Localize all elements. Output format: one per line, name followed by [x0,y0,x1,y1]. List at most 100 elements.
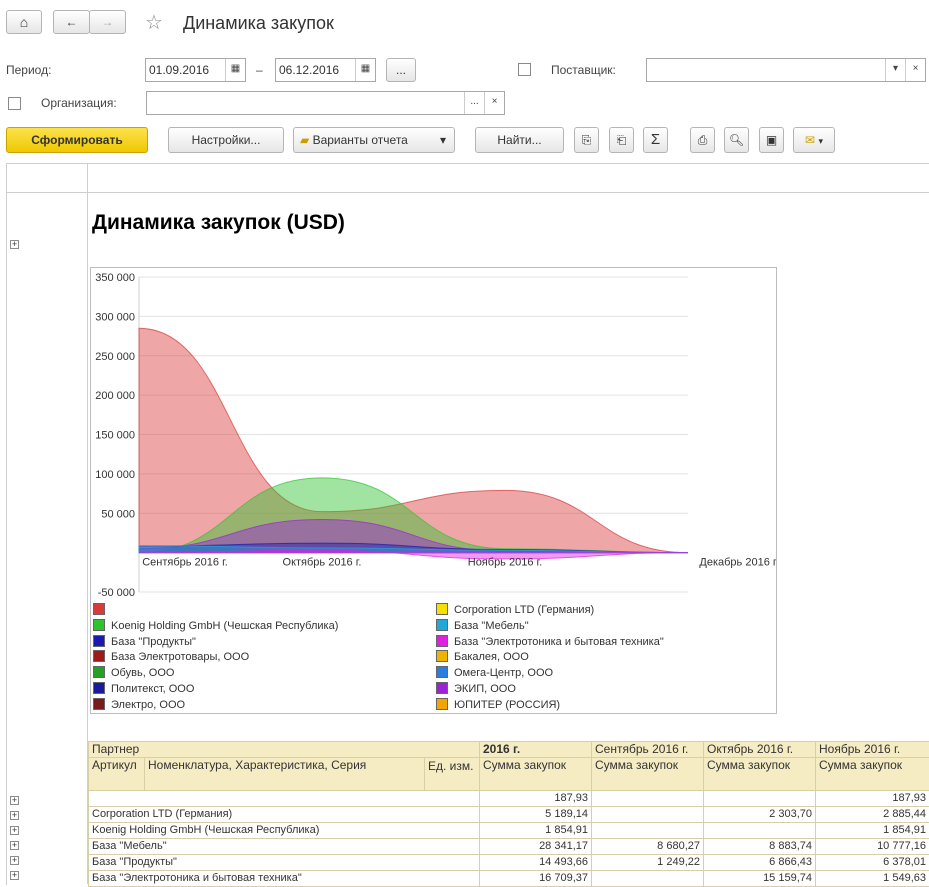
report-variants-button[interactable]: ▰ Варианты отчета ▾ [293,127,455,153]
chevron-down-icon[interactable]: ▾ [885,59,905,81]
preview-icon[interactable]: 🔍︎ [724,127,749,153]
y-tick-label: 300 000 [95,311,135,323]
nov-sum-cell: 6 378,01 [816,855,929,871]
report-header-row-line [6,192,929,193]
select-dots-icon[interactable]: ... [464,92,484,114]
partner-cell: Koenig Holding GmbH (Чешская Республика) [89,823,480,839]
calendar-icon[interactable]: ▦ [355,59,375,81]
legend-swatch [436,666,448,678]
legend-label: Corporation LTD (Германия) [454,603,594,617]
organization-field[interactable]: ... × [146,91,505,115]
supplier-field[interactable]: ▾ × [646,58,926,82]
oct-sum-cell: 15 159,74 [704,871,816,887]
header-article: Артикул [89,758,145,791]
organization-label: Организация: [41,96,117,110]
sum-icon[interactable]: Σ [643,127,668,153]
x-tick-label: Октябрь 2016 г. [283,557,362,569]
forward-button[interactable]: → [89,10,126,34]
expand-icon[interactable]: + [10,871,19,880]
expand-icon[interactable]: + [10,856,19,865]
date-to-field[interactable]: 06.12.2016 ▦ [275,58,376,82]
expand-icon[interactable]: + [10,826,19,835]
expand-icon[interactable]: + [10,240,19,249]
partner-cell: Corporation LTD (Германия) [89,807,480,823]
year-sum-cell: 14 493,66 [480,855,592,871]
area-chart: 350 000300 000250 000200 000150 000100 0… [91,268,776,600]
legend-label: Электро, ООО [111,698,185,712]
oct-sum-cell [704,823,816,839]
legend-swatch [436,603,448,615]
y-tick-label: -50 000 [98,587,135,599]
report-table: Партнер 2016 г. Сентябрь 2016 г. Октябрь… [88,741,929,887]
header-year: 2016 г. [480,742,592,758]
home-button[interactable]: ⌂ [6,10,42,34]
legend-swatch [93,635,105,647]
period-select-button[interactable]: ... [386,58,416,82]
supplier-checkbox[interactable] [518,63,531,76]
legend-label: ЮПИТЕР (РОССИЯ) [454,698,560,712]
home-icon: ⌂ [20,14,28,30]
table-row[interactable]: База "Продукты"14 493,661 249,226 866,43… [89,855,929,871]
period-dash: – [256,63,263,77]
legend-swatch [93,650,105,662]
partner-cell: База "Мебель" [89,839,480,855]
header-oct: Октябрь 2016 г. [704,742,816,758]
find-button[interactable]: Найти... [475,127,564,153]
favorite-star-icon[interactable]: ☆ [145,10,163,35]
legend-label: Политекст, ООО [111,682,194,696]
clear-icon[interactable]: × [484,92,504,114]
print-icon[interactable]: ⎙ [690,127,715,153]
clear-icon[interactable]: × [905,59,925,81]
settings-button[interactable]: Настройки... [168,127,284,153]
save-icon[interactable]: ▣ [759,127,784,153]
partner-cell: База "Продукты" [89,855,480,871]
nov-sum-cell: 1 854,91 [816,823,929,839]
table-subheader-row: Артикул Номенклатура, Характеристика, Се… [89,758,929,791]
partner-cell [89,791,480,807]
x-tick-label: Сентябрь 2016 г. [142,557,228,569]
header-nomenclature: Номенклатура, Характеристика, Серия [145,758,425,791]
legend-swatch [436,635,448,647]
y-tick-label: 50 000 [101,508,135,520]
header-sep: Сентябрь 2016 г. [592,742,704,758]
legend-swatch [93,682,105,694]
table-row[interactable]: Corporation LTD (Германия)5 189,14 2 303,… [89,807,929,823]
year-sum-cell: 5 189,14 [480,807,592,823]
chevron-down-icon: ▾ [818,136,823,146]
organization-checkbox[interactable] [8,97,21,110]
legend-label: Омега-Центр, ООО [454,666,553,680]
table-row[interactable]: База "Мебель"28 341,178 680,278 883,7410… [89,839,929,855]
window-title: Динамика закупок [183,13,334,34]
legend-label: Бакалея, ООО [454,650,529,664]
header-unit: Ед. изм. [425,758,480,791]
oct-sum-cell: 6 866,43 [704,855,816,871]
copy-icon[interactable]: ⎘ [574,127,599,153]
year-sum-cell: 1 854,91 [480,823,592,839]
table-row[interactable]: 187,93187,93 [89,791,929,807]
back-button[interactable]: ← [53,10,90,34]
table-row[interactable]: База "Электротоника и бытовая техника"16… [89,871,929,887]
arrow-left-icon: ← [66,15,78,29]
email-button[interactable]: ✉ ▾ [793,127,835,153]
nov-sum-cell: 1 549,63 [816,871,929,887]
expand-icon[interactable]: + [10,811,19,820]
expand-icon[interactable]: + [10,841,19,850]
generate-button[interactable]: Сформировать [6,127,148,153]
legend-swatch [436,619,448,631]
y-tick-label: 350 000 [95,272,135,284]
report-title: Динамика закупок (USD) [92,211,345,235]
oct-sum-cell: 2 303,70 [704,807,816,823]
date-to-value: 06.12.2016 [279,63,339,77]
date-from-field[interactable]: 01.09.2016 ▦ [145,58,246,82]
header-sum-sep: Сумма закупок [592,758,704,791]
header-sum-nov: Сумма закупок [816,758,929,791]
header-nov: Ноябрь 2016 г. [816,742,929,758]
partner-cell: База "Электротоника и бытовая техника" [89,871,480,887]
calendar-icon[interactable]: ▦ [225,59,245,81]
report-variants-label: Варианты отчета [313,133,408,147]
chevron-down-icon: ▾ [440,128,446,152]
sep-sum-cell [592,823,704,839]
table-row[interactable]: Koenig Holding GmbH (Чешская Республика)… [89,823,929,839]
paste-icon[interactable]: ⎗ [609,127,634,153]
expand-icon[interactable]: + [10,796,19,805]
